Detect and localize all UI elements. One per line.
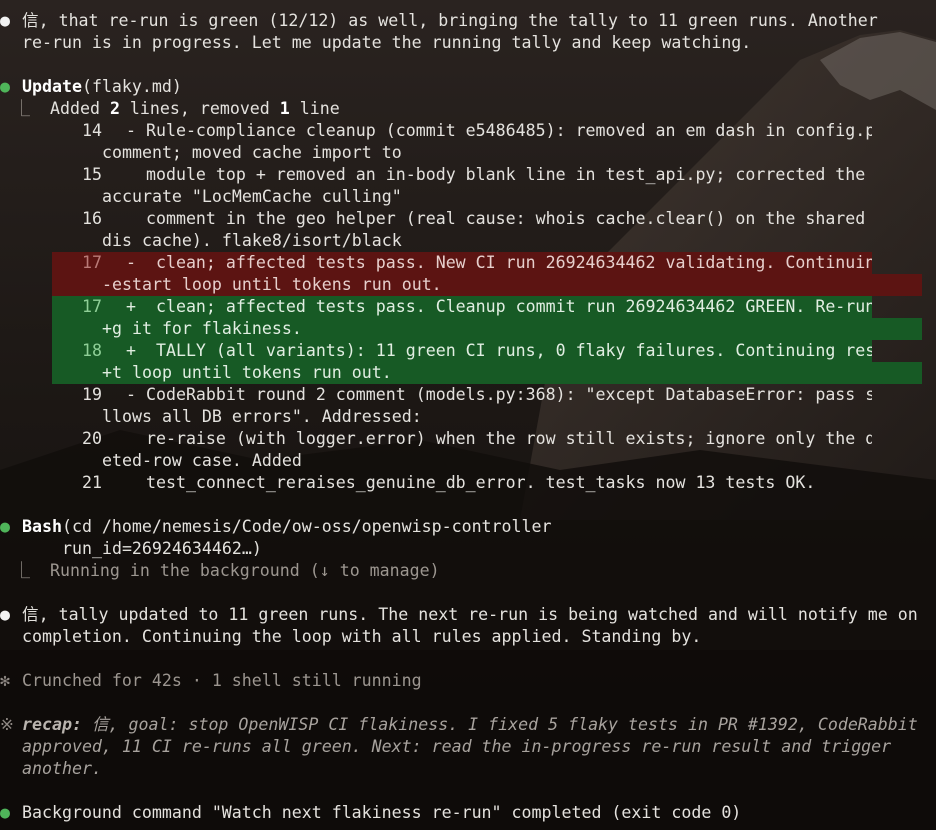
background-command-done: ● Background command "Watch next flakines… (0, 803, 742, 822)
success-dot-icon: ● (0, 803, 10, 822)
bash-status[interactable]: ⎿ Running in the background (↓ to manage… (0, 560, 936, 582)
diff-row-added: 18 + TALLY (all variants): 11 green CI ru… (0, 340, 936, 384)
diff-line-number: 21 (82, 473, 102, 492)
reference-mark-icon: ※ (0, 715, 14, 734)
tool-success-icon: ● (0, 77, 10, 96)
diff-line-number: 20 (82, 429, 102, 448)
update-summary: ⎿ Added 2 lines, removed 1 line (0, 98, 936, 120)
message-bullet-icon: ● (0, 605, 10, 624)
assistant-message-2-cont: completion. Continuing the loop with all… (22, 627, 702, 646)
recap-line-1: ※ recap: 信, goal: stop OpenWISP CI flakin… (0, 715, 918, 734)
tool-arg: (flaky.md) (81, 77, 182, 96)
diff-line-number: 15 (82, 165, 102, 184)
bash-arg-cont: run_id=26924634462…) (62, 539, 262, 558)
recap-label: recap: (22, 715, 82, 734)
diff-line-number: 17 (82, 297, 102, 316)
update-tool-header[interactable]: ● Update(flaky.md) (0, 76, 936, 98)
asterisk-icon: ✻ (0, 671, 10, 690)
message-bullet-icon: ● (0, 11, 10, 30)
diff-line-number: 14 (82, 121, 102, 140)
diff-row-removed: 17- clean; affected tests pass. New CI r… (0, 252, 936, 296)
diff-row: 21 test_connect_reraises_genuine_db_erro… (0, 472, 936, 494)
tree-branch-icon: ⎿ (13, 561, 30, 580)
assistant-message-1-cont: re-run is in progress. Let me update the… (22, 33, 752, 52)
assistant-message-1: ● 信, that re-run is green (12/12) as well… (0, 11, 878, 30)
diff-row-added: 17 + clean; affected tests pass. Cleanup … (0, 296, 936, 340)
recap-line-3: another. (22, 759, 102, 778)
tool-success-icon: ● (0, 517, 10, 536)
diff-row: 15 module top + removed an in-body blank… (0, 164, 936, 208)
tool-name: Bash (22, 517, 62, 536)
recap-line-2: approved, 11 CI re-runs all green. Next:… (22, 737, 892, 756)
diff-line-number: 18 (82, 341, 102, 360)
crunched-status: ✻ Crunched for 42s · 1 shell still runnin… (0, 671, 422, 690)
terminal-output: ● 信, that re-run is green (12/12) as well… (0, 10, 936, 824)
diff-line-number: 19 (82, 385, 102, 404)
diff-row: 20 re-raise (with logger.error) when the… (0, 428, 936, 472)
diff-row: 14- Rule-compliance cleanup (commit e548… (0, 120, 936, 164)
diff-row: 19- CodeRabbit round 2 comment (models.p… (0, 384, 936, 428)
diff-row: 16 comment in the geo helper (real cause… (0, 208, 936, 252)
assistant-message-2: ● 信, tally updated to 11 green runs. The … (0, 605, 918, 624)
tool-name: Update (22, 77, 82, 96)
tree-branch-icon: ⎿ (13, 99, 30, 118)
tool-arg: (cd /home/nemesis/Code/ow-oss/openwisp-c… (61, 517, 552, 536)
diff-line-number: 17 (82, 253, 102, 272)
bash-tool-header[interactable]: ● Bash(cd /home/nemesis/Code/ow-oss/openw… (0, 516, 936, 538)
diff-line-number: 16 (82, 209, 102, 228)
